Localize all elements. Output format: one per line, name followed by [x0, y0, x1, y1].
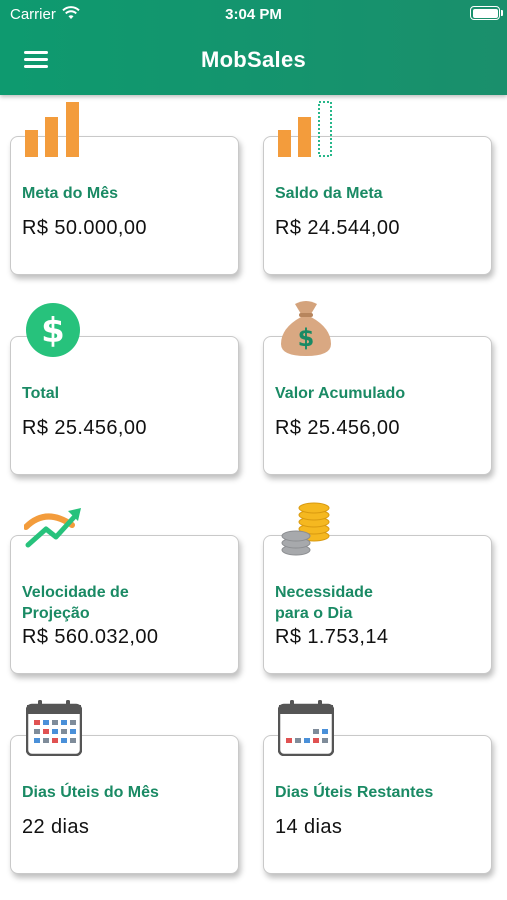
card-label-line2: para o Dia	[275, 605, 353, 622]
money-bag-icon: $	[281, 301, 331, 356]
calendar-partial-icon	[278, 700, 334, 756]
calendar-icon	[26, 700, 82, 756]
status-bar: Carrier 3:04 PM	[0, 0, 507, 30]
card-label: Dias Úteis Restantes	[275, 784, 434, 801]
coin-stack-icon	[281, 502, 330, 556]
partial-bar-chart-icon	[278, 101, 332, 157]
card-label: Necessidade para o Dia	[275, 582, 373, 624]
app-title: MobSales	[200, 47, 307, 72]
card-value: 22 dias	[22, 816, 90, 838]
card-label-line2: Projeção	[22, 605, 90, 622]
card-label: Saldo da Meta	[275, 185, 383, 202]
card-label-line1: Necessidade	[275, 584, 373, 601]
card-label: Dias Úteis do Mês	[22, 784, 159, 801]
card-value: R$ 50.000,00	[22, 217, 147, 239]
clock: 3:04 PM	[225, 6, 282, 23]
app-header: Carrier 3:04 PM MobSales	[0, 0, 507, 95]
card-label: Meta do Mês	[22, 185, 119, 202]
card-value: R$ 1.753,14	[275, 626, 389, 648]
card-label-line1: Velocidade de	[22, 584, 129, 601]
svg-text:$: $	[41, 311, 65, 351]
dollar-circle-icon: $	[26, 303, 80, 357]
battery-icon	[470, 6, 503, 20]
card-label: Total	[22, 385, 60, 402]
svg-text:$: $	[298, 324, 315, 352]
card-value: R$ 560.032,00	[22, 626, 159, 648]
card-value: R$ 25.456,00	[22, 417, 147, 439]
bar-chart-icon	[25, 102, 79, 157]
card-label: Valor Acumulado	[275, 385, 406, 402]
trend-up-icon	[24, 508, 81, 548]
card-velocidade-projecao[interactable]: Velocidade de Projeção R$ 560.032,00	[10, 535, 239, 674]
card-value: R$ 25.456,00	[275, 417, 400, 439]
card-label: Velocidade de Projeção	[22, 582, 129, 624]
card-value: 14 dias	[275, 816, 343, 838]
card-value: R$ 24.544,00	[275, 217, 400, 239]
